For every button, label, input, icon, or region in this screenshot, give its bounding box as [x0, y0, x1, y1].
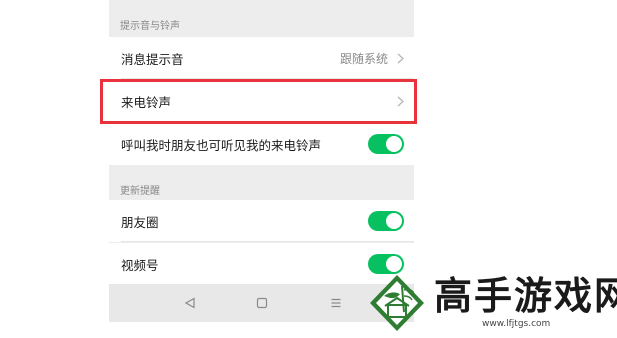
- section-header-updates: 更新提醒: [120, 186, 160, 197]
- moments-toggle[interactable]: [368, 211, 404, 231]
- divider: [121, 241, 414, 242]
- chevron-right-icon: [397, 37, 404, 79]
- moments-label: 朋友圈: [121, 214, 159, 230]
- toggle-knob: [386, 136, 402, 152]
- section-header-sounds: 提示音与铃声: [120, 21, 180, 32]
- site-watermark: 高手游戏网 www.lfjtgs.com: [360, 268, 617, 338]
- message-tone-row[interactable]: 消息提示音 跟随系统: [109, 37, 414, 79]
- ringtone-highlight-box: [100, 79, 417, 124]
- home-square-icon[interactable]: [251, 292, 273, 314]
- message-tone-label: 消息提示音: [121, 51, 184, 67]
- menu-lines-icon[interactable]: [325, 292, 347, 314]
- friends-hear-ringtone-row: 呼叫我时朋友也可听见我的来电铃声: [109, 123, 414, 165]
- friends-hear-ringtone-label: 呼叫我时朋友也可听见我的来电铃声: [121, 137, 322, 153]
- moments-row: 朋友圈: [109, 200, 414, 242]
- channels-label: 视频号: [121, 257, 159, 273]
- site-title: 高手游戏网: [434, 274, 617, 318]
- site-url: www.lfjtgs.com: [482, 319, 551, 329]
- message-tone-value: 跟随系统: [339, 51, 388, 66]
- friends-hear-ringtone-toggle[interactable]: [368, 134, 404, 154]
- toggle-knob: [386, 213, 402, 229]
- site-logo: [366, 272, 428, 334]
- back-triangle-icon[interactable]: [179, 292, 201, 314]
